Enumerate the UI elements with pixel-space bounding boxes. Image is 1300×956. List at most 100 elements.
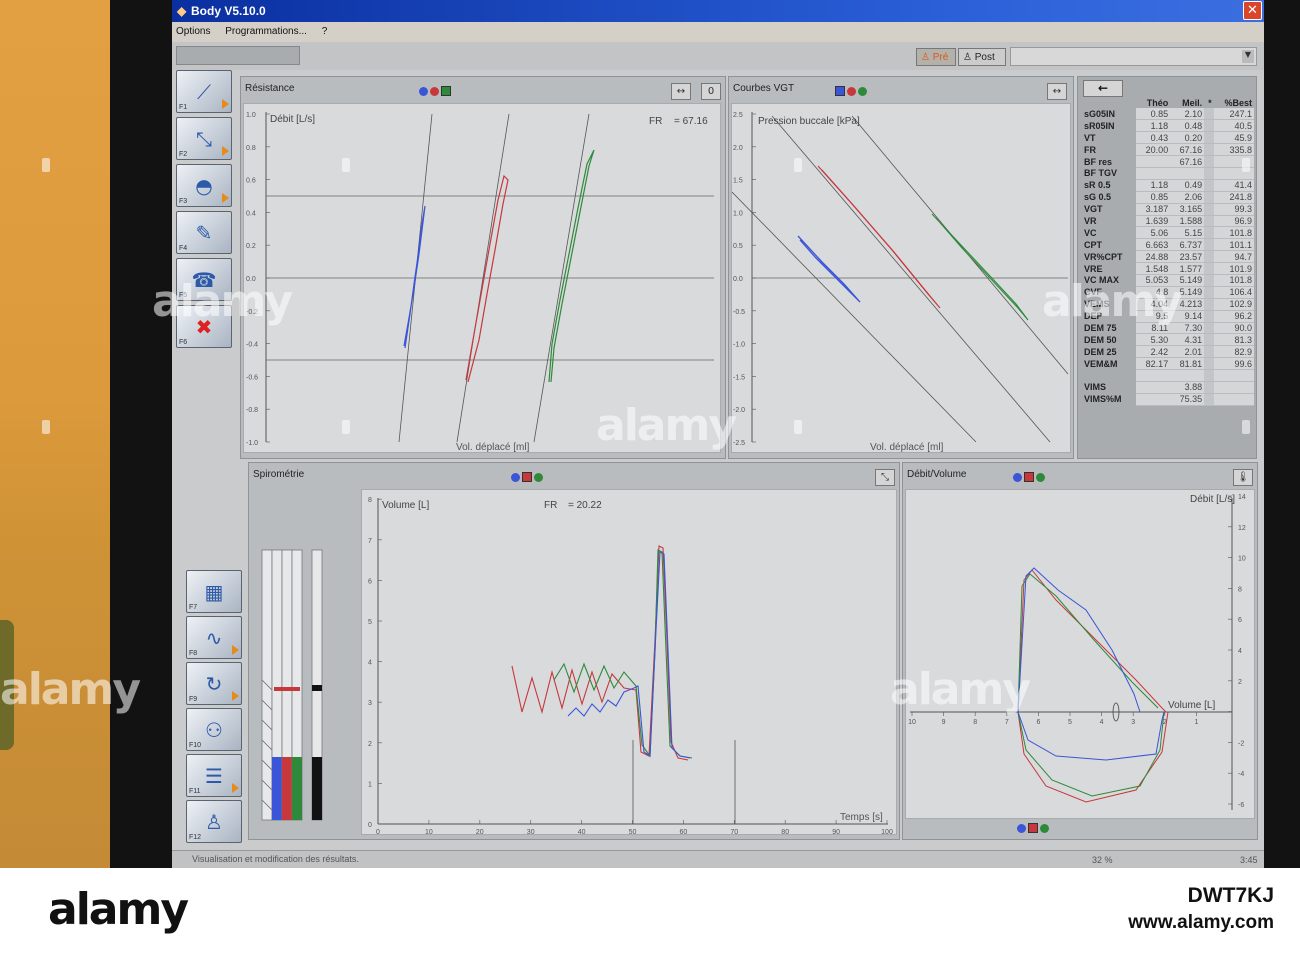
arrow-icon <box>232 691 239 701</box>
tick-label: 90 <box>832 829 840 835</box>
param-value: 23.57 <box>1170 250 1205 264</box>
green-series-toggle[interactable] <box>441 86 451 96</box>
fit-width-button[interactable]: ↔ <box>671 83 691 100</box>
param-value <box>1204 369 1214 382</box>
post-button[interactable]: ♙ Post <box>958 48 1006 66</box>
red-series-toggle[interactable] <box>522 472 532 482</box>
close-button[interactable]: ✕ <box>1243 1 1262 20</box>
menu-help[interactable]: ? <box>322 26 328 37</box>
patient-name-field[interactable] <box>176 46 300 65</box>
table-row[interactable]: CPT 6.663 6.737 101.1 <box>1082 238 1254 252</box>
red-series-toggle[interactable] <box>1024 472 1034 482</box>
param-value: 101.1 <box>1213 238 1254 252</box>
blue-series-toggle[interactable] <box>419 86 428 96</box>
table-row[interactable]: VIMS%M 75.35 <box>1082 393 1254 406</box>
fit-width-button[interactable]: ↔ <box>1047 83 1067 100</box>
table-row[interactable]: sG05IN 0.85 2.10 247.1 <box>1082 108 1254 121</box>
param-name: VR%CPT <box>1082 250 1137 263</box>
green-series-toggle[interactable] <box>1036 472 1045 482</box>
f2-vgt-button[interactable]: ⤡ F2 <box>176 117 232 160</box>
f6-cancel-button[interactable]: ✖ F6 <box>176 305 232 348</box>
green-series-toggle[interactable] <box>858 86 867 96</box>
table-row[interactable]: BF res 67.16 <box>1082 155 1254 168</box>
f7-calculator-button[interactable]: ▦ F7 <box>186 570 242 613</box>
tick-label: 1.0 <box>733 210 743 217</box>
table-row[interactable]: DEM 50 5.30 4.31 81.3 <box>1082 333 1254 347</box>
table-row[interactable]: VEM&M 82.17 81.81 99.6 <box>1082 357 1254 371</box>
tick-label: 5 <box>368 619 372 626</box>
blue-series-toggle[interactable] <box>1017 823 1026 833</box>
param-value: 9.14 <box>1170 310 1205 323</box>
blue-series-toggle[interactable] <box>835 86 845 96</box>
pre-icon: ♙ <box>921 52 933 63</box>
table-row[interactable]: VEMS 4.04 4.213 102.9 <box>1082 298 1254 311</box>
blue-series-toggle[interactable] <box>511 472 520 482</box>
green-series-toggle[interactable] <box>534 472 543 482</box>
f8-wave-button[interactable]: ∿ F8 <box>186 616 242 659</box>
thermometer-button[interactable]: 🌡 <box>1233 469 1253 486</box>
table-row[interactable]: sR 0.5 1.18 0.49 41.4 <box>1082 179 1254 192</box>
vgt-curve-green <box>931 213 1029 321</box>
table-row[interactable]: VIMS 3.88 <box>1082 381 1254 394</box>
param-value: 5.06 <box>1136 226 1171 240</box>
param-value: 96.9 <box>1213 215 1254 228</box>
table-row[interactable]: sG 0.5 0.85 2.06 241.8 <box>1082 191 1254 204</box>
red-series-toggle[interactable] <box>1028 823 1038 833</box>
f3-flow-volume-button[interactable]: ◓ F3 <box>176 164 232 207</box>
f5-button[interactable]: ☎ F5 <box>176 258 232 301</box>
chevron-down-icon[interactable]: ▼ <box>1242 50 1254 63</box>
table-row[interactable]: DEP 9.5 9.14 96.2 <box>1082 310 1254 323</box>
f10-graph-button[interactable]: ⚇ F10 <box>186 708 242 751</box>
table-row[interactable]: VR%CPT 24.88 23.57 94.7 <box>1082 250 1254 264</box>
blue-series-toggle[interactable] <box>1013 472 1022 482</box>
f4-asc-button[interactable]: ✎ F4 <box>176 211 232 254</box>
param-value: 101.9 <box>1213 262 1254 275</box>
tick-label: 3 <box>368 700 372 707</box>
f5-label: F5 <box>179 292 188 299</box>
tick-label: 4 <box>368 660 372 667</box>
table-row[interactable]: DEM 75 8.11 7.30 90.0 <box>1082 322 1254 335</box>
series-toggles <box>835 86 869 96</box>
param-name: sG05IN <box>1082 108 1137 120</box>
red-series-toggle[interactable] <box>430 86 439 96</box>
table-row[interactable]: VR 1.639 1.588 96.9 <box>1082 215 1254 228</box>
session-select[interactable]: ▼ <box>1010 47 1257 66</box>
spirometry-fr-label: FR <box>544 500 557 511</box>
f9-repeat-button[interactable]: ↻ F9 <box>186 662 242 705</box>
arrow-icon <box>222 146 229 156</box>
menubar: Options Programmations... ? <box>172 22 1264 42</box>
vgt-yticks: 2.5 2.0 1.5 1.0 0.5 0.0 -0.5 -1.0 -1.5 -2.0 -2.5 <box>733 112 756 447</box>
param-value <box>1204 333 1214 347</box>
menu-programmations[interactable]: Programmations... <box>225 26 307 37</box>
table-row[interactable]: VT 0.43 0.20 45.9 <box>1082 131 1254 145</box>
table-row[interactable]: sR05IN 1.18 0.48 40.5 <box>1082 119 1254 133</box>
param-value: 99.3 <box>1213 203 1254 216</box>
table-row[interactable]: VC MAX 5.053 5.149 101.8 <box>1082 274 1254 287</box>
f9-label: F9 <box>189 696 198 703</box>
green-series-toggle[interactable] <box>1040 823 1049 833</box>
table-row[interactable]: VGT 3.187 3.165 99.3 <box>1082 203 1254 216</box>
red-series-toggle[interactable] <box>847 86 856 96</box>
param-name: DEP <box>1082 310 1137 323</box>
table-row[interactable] <box>1082 369 1254 382</box>
tick-label: 8 <box>973 719 977 726</box>
table-row[interactable]: CVF 4.8 5.149 106.4 <box>1082 286 1254 299</box>
f1-resistance-button[interactable]: ⟋ F1 <box>176 70 232 113</box>
collapse-button[interactable]: ⤡ <box>875 469 895 486</box>
back-arrow-button[interactable]: ← <box>1083 80 1123 97</box>
table-row[interactable]: FR 20.00 67.16 335.8 <box>1082 143 1254 157</box>
tick-label: 8 <box>1238 586 1242 593</box>
table-row[interactable]: VRE 1.548 1.577 101.9 <box>1082 262 1254 275</box>
param-name: BF TGV <box>1082 167 1137 180</box>
table-row[interactable]: DEM 25 2.42 2.01 82.9 <box>1082 345 1254 359</box>
menu-options[interactable]: Options <box>176 26 210 37</box>
table-row[interactable]: VC 5.06 5.15 101.8 <box>1082 226 1254 240</box>
f12-person-button[interactable]: ♙ F12 <box>186 800 242 843</box>
pre-button[interactable]: ♙ Pré <box>916 48 956 66</box>
zero-button[interactable]: 0 <box>701 83 721 100</box>
param-value: 4.31 <box>1170 333 1205 347</box>
param-value: 40.5 <box>1213 119 1254 133</box>
f11-report-button[interactable]: ☰ F11 <box>186 754 242 797</box>
series-toggles <box>419 86 453 96</box>
table-row[interactable]: BF TGV <box>1082 167 1254 180</box>
